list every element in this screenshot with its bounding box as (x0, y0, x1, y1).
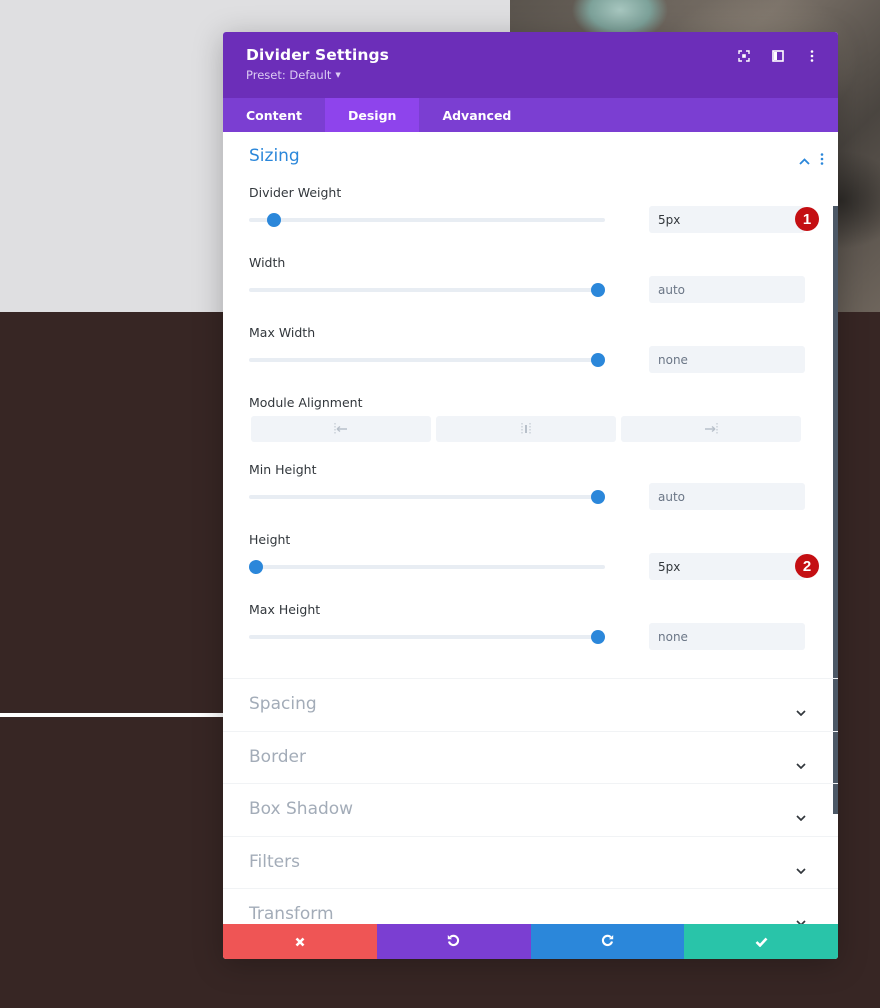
divider-weight-input[interactable]: 5px (649, 206, 805, 233)
align-center-button[interactable] (436, 416, 616, 442)
chevron-down-icon (796, 859, 806, 878)
transform-section-toggle[interactable]: Transform (223, 888, 838, 924)
preset-dropdown[interactable]: Preset: Default ▼ (246, 68, 838, 82)
redo-icon (601, 932, 614, 951)
save-button[interactable] (684, 924, 838, 959)
redo-button[interactable] (530, 924, 685, 959)
undo-icon (447, 932, 460, 951)
align-right-button[interactable] (621, 416, 801, 442)
annotation-badge-2: 2 (795, 554, 819, 578)
chevron-down-icon (796, 911, 806, 924)
divider-module-preview[interactable] (0, 713, 230, 717)
modal-header[interactable]: Divider Settings Preset: Default ▼ (223, 32, 838, 98)
close-icon (295, 932, 305, 951)
max-width-input[interactable]: none (649, 346, 805, 373)
section-title: Filters (249, 851, 300, 872)
slider-knob[interactable] (590, 283, 605, 297)
max-height-field: Max Height none (223, 599, 838, 678)
width-input[interactable]: auto (649, 276, 805, 303)
divider-weight-slider[interactable] (249, 213, 605, 227)
max-width-field: Max Width none (223, 322, 838, 392)
field-label: Divider Weight (249, 185, 342, 200)
box-shadow-section-toggle[interactable]: Box Shadow (223, 783, 838, 836)
section-title: Sizing (249, 146, 300, 166)
annotation-badge-1: 1 (795, 207, 819, 231)
settings-body: Sizing Divider Weight 5px 1 Width auto M… (223, 132, 838, 924)
divider-settings-modal: Divider Settings Preset: Default ▼ Conte… (223, 32, 838, 959)
undo-button[interactable] (376, 924, 531, 959)
focus-mode-icon[interactable] (736, 48, 752, 64)
max-height-input[interactable]: none (649, 623, 805, 650)
chevron-up-icon[interactable] (799, 150, 810, 169)
section-title: Transform (249, 904, 334, 924)
max-width-slider[interactable] (249, 353, 605, 367)
min-height-field: Min Height auto (223, 459, 838, 529)
width-slider[interactable] (249, 283, 605, 297)
min-height-input[interactable]: auto (649, 483, 805, 510)
field-label: Min Height (249, 462, 317, 477)
chevron-down-icon (796, 701, 806, 720)
height-slider[interactable] (249, 560, 605, 574)
section-title: Spacing (249, 694, 317, 714)
field-label: Max Width (249, 325, 316, 340)
slider-knob[interactable] (266, 213, 281, 227)
max-height-slider[interactable] (249, 630, 605, 644)
align-left-button[interactable] (251, 416, 431, 442)
border-section-toggle[interactable]: Border (223, 730, 838, 784)
field-label: Width (249, 255, 286, 270)
preset-label: Preset: Default (246, 68, 332, 82)
sizing-section-header[interactable]: Sizing (223, 132, 838, 182)
chevron-down-icon (796, 806, 806, 825)
filters-section-toggle[interactable]: Filters (223, 835, 838, 889)
cancel-button[interactable] (223, 924, 377, 959)
field-label: Height (249, 532, 291, 547)
slider-knob[interactable] (249, 560, 264, 574)
caret-down-icon: ▼ (335, 71, 341, 79)
field-label: Max Height (249, 602, 321, 617)
slider-knob[interactable] (590, 490, 605, 504)
height-field: Height 5px 2 (223, 529, 838, 599)
section-title: Border (249, 746, 306, 767)
width-field: Width auto (223, 252, 838, 322)
section-options-icon[interactable] (820, 150, 824, 169)
min-height-slider[interactable] (249, 490, 605, 504)
field-label: Module Alignment (249, 395, 363, 410)
tab-advanced[interactable]: Advanced (419, 98, 534, 132)
slider-knob[interactable] (590, 630, 605, 644)
height-input[interactable]: 5px (649, 553, 805, 580)
tab-design[interactable]: Design (325, 98, 420, 132)
align-center-icon (520, 420, 532, 439)
check-icon (755, 932, 768, 951)
section-title: Box Shadow (249, 799, 354, 819)
more-options-icon[interactable] (804, 48, 820, 64)
align-left-icon (334, 420, 348, 439)
spacing-section-toggle[interactable]: Spacing (223, 678, 838, 731)
chevron-down-icon (796, 754, 806, 773)
module-alignment-field: Module Alignment (223, 392, 838, 459)
split-view-icon[interactable] (770, 48, 786, 64)
divider-weight-field: Divider Weight 5px 1 (223, 182, 838, 252)
tab-content[interactable]: Content (223, 98, 325, 132)
slider-knob[interactable] (590, 353, 605, 367)
align-right-icon (704, 420, 718, 439)
settings-tabs: Content Design Advanced (223, 98, 838, 132)
modal-footer (223, 924, 838, 959)
